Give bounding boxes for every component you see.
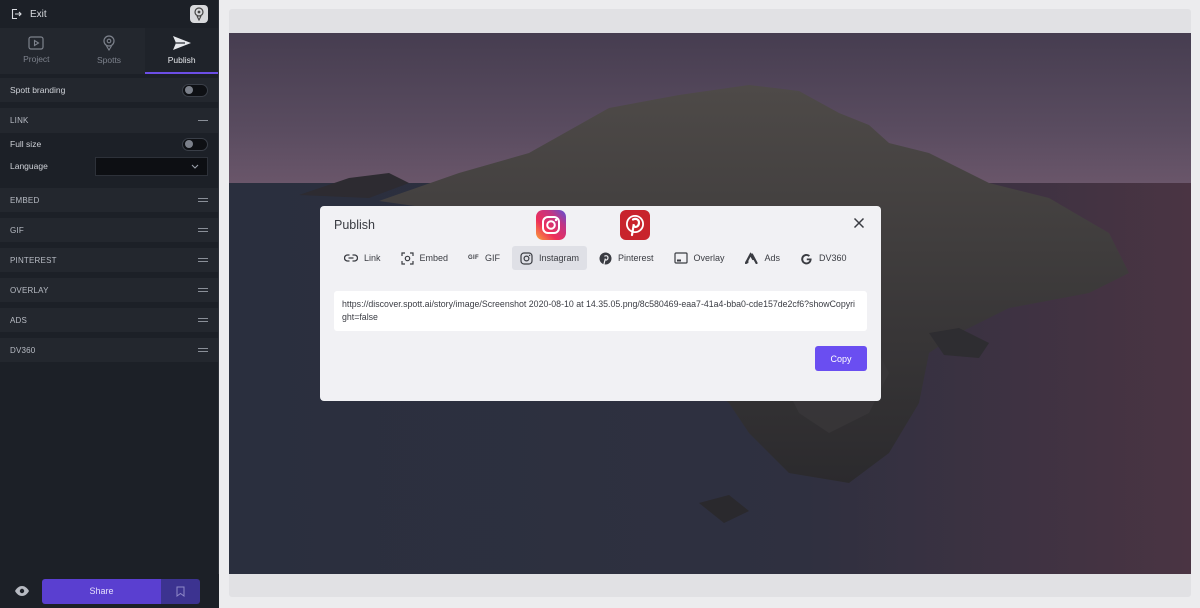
gif-icon: GIF [468, 255, 479, 261]
tab-ads[interactable]: Ads [737, 246, 789, 270]
close-icon[interactable] [853, 217, 865, 229]
tab-spotts-label: Spotts [96, 55, 122, 65]
expand-icon [198, 318, 208, 322]
collapse-icon [198, 119, 208, 122]
spott-logo-icon [194, 7, 204, 21]
ads-icon [744, 252, 758, 264]
expand-icon [198, 198, 208, 202]
language-select[interactable] [95, 156, 208, 176]
expand-icon [198, 348, 208, 352]
exit-button[interactable]: Exit [10, 8, 47, 20]
tab-dv360-label: DV360 [819, 253, 847, 263]
section-gif-label: GIF [10, 225, 24, 235]
bookmark-icon [176, 586, 185, 597]
tab-overlay-label: Overlay [693, 253, 725, 263]
sidebar-bottombar: Share [0, 574, 219, 608]
section-link-body: Full size Language [0, 133, 218, 177]
full-size-label: Full size [10, 139, 42, 149]
share-url-field[interactable]: https://discover.spott.ai/story/image/Sc… [334, 291, 867, 331]
section-dv360-header[interactable]: DV360 [0, 338, 218, 362]
expand-icon [198, 258, 208, 262]
tab-link[interactable]: Link [336, 246, 389, 270]
instagram-icon [520, 251, 533, 265]
tab-overlay[interactable]: Overlay [666, 246, 733, 270]
expand-icon [198, 228, 208, 232]
section-gif-header[interactable]: GIF [0, 218, 218, 242]
tab-gif[interactable]: GIF GIF [460, 246, 508, 270]
tab-publish-label: Publish [167, 55, 196, 65]
play-icon [28, 36, 44, 50]
tab-instagram[interactable]: Instagram [511, 246, 587, 270]
spott-branding-label: Spott branding [10, 85, 66, 95]
share-button[interactable]: Share [42, 578, 161, 604]
exit-label: Exit [30, 8, 47, 20]
overlay-icon [673, 252, 688, 264]
chevron-down-icon [191, 164, 199, 169]
full-size-row: Full size [0, 133, 218, 155]
embed-icon [400, 251, 414, 265]
language-label: Language [10, 161, 48, 171]
pinterest-icon [599, 252, 612, 265]
section-overlay-header[interactable]: OVERLAY [0, 278, 218, 302]
tab-ads-label: Ads [764, 253, 781, 263]
section-overlay-label: OVERLAY [10, 285, 49, 295]
tab-embed-label: Embed [419, 253, 449, 263]
section-link-header[interactable]: LINK [0, 108, 218, 133]
eye-icon[interactable] [14, 585, 30, 597]
send-icon [172, 36, 191, 50]
tab-project-label: Project [23, 54, 50, 64]
google-icon [801, 253, 812, 264]
tab-gif-label: GIF [484, 253, 500, 263]
modal-title: Publish [334, 218, 375, 232]
tab-pinterest[interactable]: Pinterest [591, 246, 662, 270]
section-ads-label: ADS [10, 315, 28, 325]
pinterest-logo-icon [620, 210, 650, 240]
tab-dv360[interactable]: DV360 [792, 246, 855, 270]
section-pinterest-label: PINTEREST [10, 255, 57, 265]
share-label: Share [89, 586, 114, 596]
section-embed-label: EMBED [10, 195, 40, 205]
sidebar-tabs: Project Spotts Publish [0, 28, 219, 74]
exit-icon [11, 8, 22, 20]
section-link-label: LINK [10, 116, 29, 125]
expand-icon [198, 288, 208, 292]
copy-button[interactable]: Copy [815, 346, 867, 371]
section-dv360-label: DV360 [10, 345, 36, 355]
tab-spotts[interactable]: Spotts [73, 28, 146, 74]
spott-icon [103, 35, 115, 51]
section-pinterest-header[interactable]: PINTEREST [0, 248, 218, 272]
tab-pinterest-label: Pinterest [617, 253, 654, 263]
tab-publish[interactable]: Publish [145, 28, 219, 74]
tab-project[interactable]: Project [0, 28, 73, 74]
tab-instagram-label: Instagram [538, 253, 579, 263]
section-embed-header[interactable]: EMBED [0, 188, 218, 212]
section-ads-header[interactable]: ADS [0, 308, 218, 332]
sidebar: Exit Project Spotts Publish Spott brandi… [0, 0, 219, 608]
bookmark-button[interactable] [161, 578, 200, 604]
publish-modal: Publish Link Embed GIF GIF Instagram Pin… [320, 206, 881, 401]
instagram-logo-icon [536, 210, 566, 240]
link-icon [344, 254, 358, 262]
copy-label: Copy [830, 353, 852, 364]
modal-tabs: Link Embed GIF GIF Instagram Pinterest O… [336, 246, 859, 270]
tab-embed[interactable]: Embed [393, 246, 457, 270]
spott-branding-toggle[interactable] [182, 83, 208, 97]
tab-link-label: Link [364, 253, 381, 263]
sidebar-topbar: Exit [0, 0, 218, 28]
spott-branding-row: Spott branding [0, 78, 218, 102]
full-size-toggle[interactable] [182, 137, 208, 151]
language-row: Language [0, 155, 218, 177]
avatar[interactable] [190, 5, 208, 23]
